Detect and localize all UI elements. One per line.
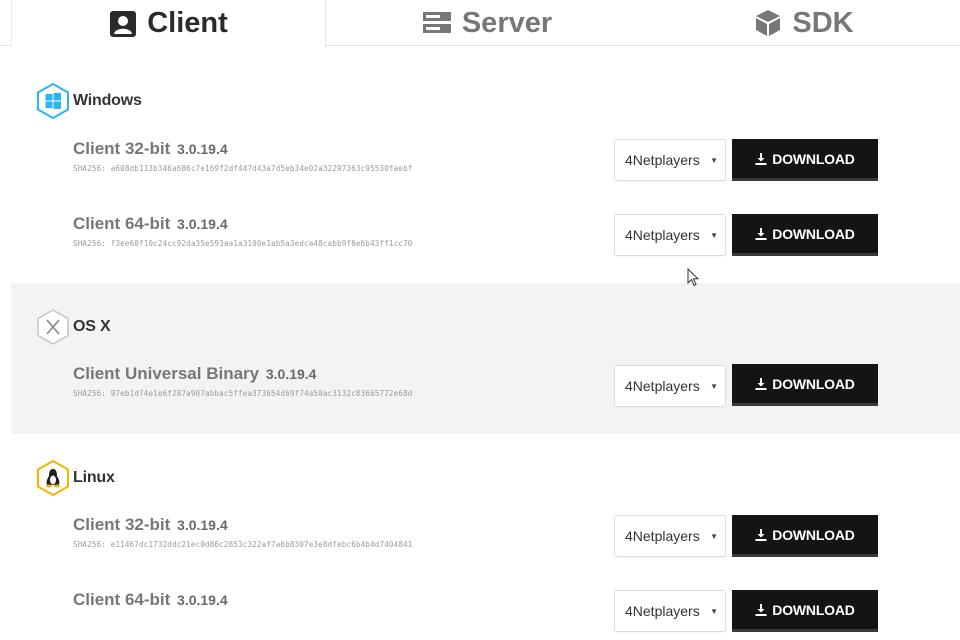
entry-version: 3.0.19.4 — [177, 592, 228, 608]
linux-section: Linux Client 32-bit 3.0.19.4 SHA256: e11… — [11, 434, 960, 632]
download-button[interactable]: DOWNLOAD — [732, 214, 878, 256]
entry-name: Client Universal Binary — [73, 364, 260, 383]
entry-title: Client Universal Binary 3.0.19.4 — [73, 364, 316, 384]
download-button-label: DOWNLOAD — [772, 526, 855, 543]
tab-client[interactable]: Client — [11, 0, 326, 47]
entry-version: 3.0.19.4 — [265, 366, 317, 382]
os-heading-osx: OS X — [36, 309, 111, 345]
entry-title: Client 32-bit 3.0.19.4 — [73, 139, 228, 159]
download-icon — [755, 377, 767, 390]
client-portrait-icon — [109, 10, 137, 38]
entry-sha256: SHA256: e11467dc1732ddc21ec0d86c2853c322… — [73, 540, 413, 549]
entry-version: 3.0.19.4 — [177, 216, 228, 232]
mirror-select-value: 4Netplayers — [625, 528, 700, 544]
mirror-select[interactable]: 4Netplayers ▼ — [614, 365, 726, 407]
entry-name: Client 64-bit — [73, 590, 171, 609]
windows-section: Windows Client 32-bit 3.0.19.4 SHA256: a… — [11, 66, 960, 283]
chevron-down-icon: ▼ — [710, 381, 718, 391]
tab-client-label: Client — [147, 7, 228, 39]
tab-sdk[interactable]: SDK — [648, 0, 960, 46]
download-button-label: DOWNLOAD — [772, 225, 855, 242]
entry-sha256: SHA256: 97eb1d74e1e6f287a907abbac5ffea37… — [73, 389, 413, 398]
entry-name: Client 64-bit — [73, 214, 171, 233]
mirror-select[interactable]: 4Netplayers ▼ — [614, 590, 726, 632]
download-button[interactable]: DOWNLOAD — [732, 515, 878, 557]
download-icon — [755, 528, 767, 541]
entry-sha256: SHA256: a608db113b346a686c7e169f2df447d4… — [73, 164, 413, 173]
mirror-select-value: 4Netplayers — [625, 227, 700, 243]
windows-hex-icon — [36, 83, 70, 119]
linux-hex-icon — [36, 460, 70, 496]
download-button[interactable]: DOWNLOAD — [732, 590, 878, 632]
entry-sha256: SHA256: f3ee60f10c24cc92da35e593aa1a3100… — [73, 239, 413, 248]
entry-title: Client 64-bit 3.0.19.4 — [73, 590, 228, 610]
download-button-label: DOWNLOAD — [772, 150, 855, 167]
download-button[interactable]: DOWNLOAD — [732, 364, 878, 406]
os-name: OS X — [73, 318, 111, 335]
chevron-down-icon: ▼ — [710, 606, 718, 616]
tab-server[interactable]: Server — [326, 0, 648, 46]
osx-section: OS X Client Universal Binary 3.0.19.4 SH… — [11, 283, 960, 434]
entry-version: 3.0.19.4 — [177, 517, 228, 533]
entry-version: 3.0.19.4 — [177, 141, 228, 157]
osx-hex-icon — [36, 309, 70, 345]
os-name: Windows — [73, 92, 142, 109]
mirror-select-value: 4Netplayers — [625, 152, 700, 168]
mirror-select-value: 4Netplayers — [625, 378, 700, 394]
download-button-label: DOWNLOAD — [772, 375, 855, 392]
download-icon — [755, 152, 767, 165]
tab-sdk-label: SDK — [792, 6, 854, 39]
os-heading-linux: Linux — [36, 460, 115, 496]
mirror-select[interactable]: 4Netplayers ▼ — [614, 515, 726, 557]
entry-name: Client 32-bit — [73, 139, 171, 158]
tab-server-label: Server — [461, 6, 553, 39]
entry-title: Client 32-bit 3.0.19.4 — [73, 515, 228, 535]
chevron-down-icon: ▼ — [710, 531, 718, 541]
download-icon — [755, 227, 767, 240]
mirror-select[interactable]: 4Netplayers ▼ — [614, 214, 726, 256]
download-button[interactable]: DOWNLOAD — [732, 139, 878, 181]
entry-name: Client 32-bit — [73, 515, 171, 534]
cube-icon — [754, 9, 782, 37]
os-name: Linux — [73, 469, 115, 486]
server-rack-icon — [422, 11, 452, 35]
mouse-cursor-icon — [687, 267, 700, 292]
mirror-select-value: 4Netplayers — [625, 603, 700, 619]
entry-title: Client 64-bit 3.0.19.4 — [73, 214, 228, 234]
chevron-down-icon: ▼ — [710, 230, 718, 240]
chevron-down-icon: ▼ — [710, 155, 718, 165]
mirror-select[interactable]: 4Netplayers ▼ — [614, 139, 726, 181]
os-heading-windows: Windows — [36, 83, 142, 119]
download-tabs: Client Server SDK — [0, 0, 960, 47]
